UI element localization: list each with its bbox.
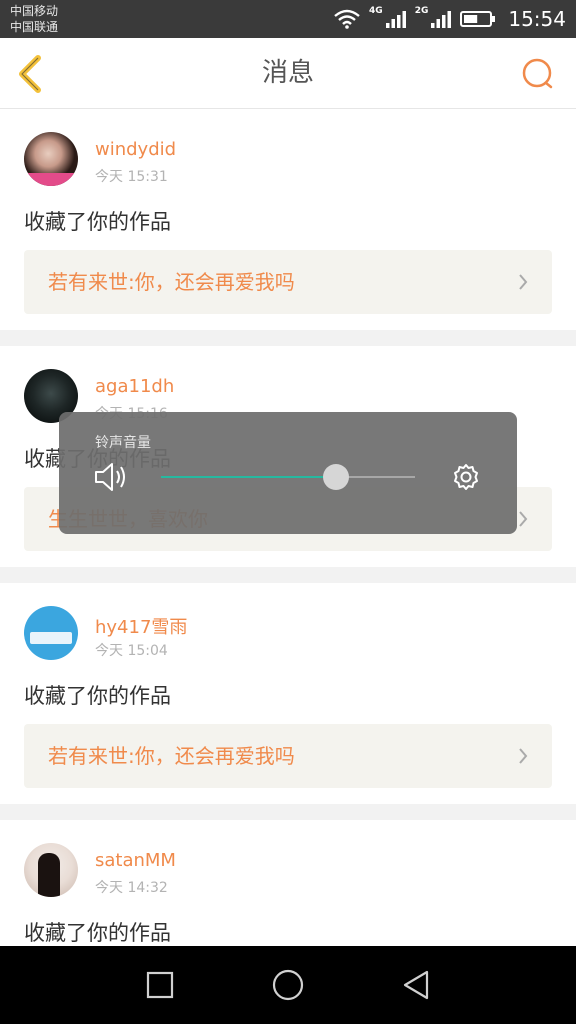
signal-icon [385,11,406,28]
timestamp: 今天 14:32 [95,880,168,896]
speaker-icon[interactable] [93,460,129,494]
volume-slider[interactable] [161,464,415,490]
carrier-2: 中国联通 [10,20,59,34]
timestamp: 今天 15:04 [95,643,168,659]
message-card: windydid 今天 15:31 收藏了你的作品 若有来世:你，还会再爱我吗 [0,109,576,330]
page-title: 消息 [261,58,314,88]
message-card: satanMM 今天 14:32 收藏了你的作品 [0,820,576,946]
search-button[interactable] [520,56,556,92]
network-type-1: 4G [369,6,383,16]
volume-label: 铃声音量 [95,435,151,451]
volume-slider-thumb[interactable] [323,464,350,490]
app-header: 消息 [0,38,576,109]
gear-icon[interactable] [452,463,480,491]
volume-slider-fill [161,476,337,478]
status-bar: 中国移动 中国联通 4G 2G 15:54 [0,0,576,38]
action-text: 收藏了你的作品 [24,684,171,708]
username[interactable]: hy417雪雨 [95,613,187,639]
chevron-right-icon [519,274,528,290]
signal-icon-2 [431,11,452,28]
triangle-back-icon [403,970,429,1000]
timestamp: 今天 15:31 [95,169,168,185]
carrier-names: 中国移动 中国联通 [10,3,58,35]
work-link[interactable]: 若有来世:你，还会再爱我吗 [24,250,552,314]
circle-icon [272,969,304,1001]
username[interactable]: aga11dh [95,376,174,397]
chevron-right-icon [519,748,528,764]
message-card: hy417雪雨 今天 15:04 收藏了你的作品 若有来世:你，还会再爱我吗 [0,583,576,804]
back-button[interactable] [14,54,50,94]
back-nav-button[interactable] [399,968,433,1002]
chevron-right-icon [519,511,528,527]
avatar[interactable] [24,132,78,186]
status-icons: 4G 2G 15:54 [333,0,566,38]
square-icon [146,971,174,999]
chevron-left-icon [19,55,41,93]
system-nav-bar [0,946,576,1024]
action-text: 收藏了你的作品 [24,210,171,234]
wifi-icon [334,9,360,29]
recents-button[interactable] [143,968,177,1002]
home-button[interactable] [271,968,305,1002]
work-link[interactable]: 若有来世:你，还会再爱我吗 [24,724,552,788]
work-title: 若有来世:你，还会再爱我吗 [48,270,295,294]
carrier-1: 中国移动 [10,4,59,18]
action-text: 收藏了你的作品 [24,921,171,945]
username[interactable]: satanMM [95,850,176,871]
work-title: 若有来世:你，还会再爱我吗 [48,744,295,768]
avatar[interactable] [24,606,78,660]
battery-icon [460,11,496,27]
username[interactable]: windydid [95,139,176,160]
network-type-2: 2G [414,6,429,16]
volume-overlay: 铃声音量 [59,412,517,534]
search-icon [522,58,553,89]
avatar[interactable] [24,843,78,897]
clock: 15:54 [508,7,566,31]
